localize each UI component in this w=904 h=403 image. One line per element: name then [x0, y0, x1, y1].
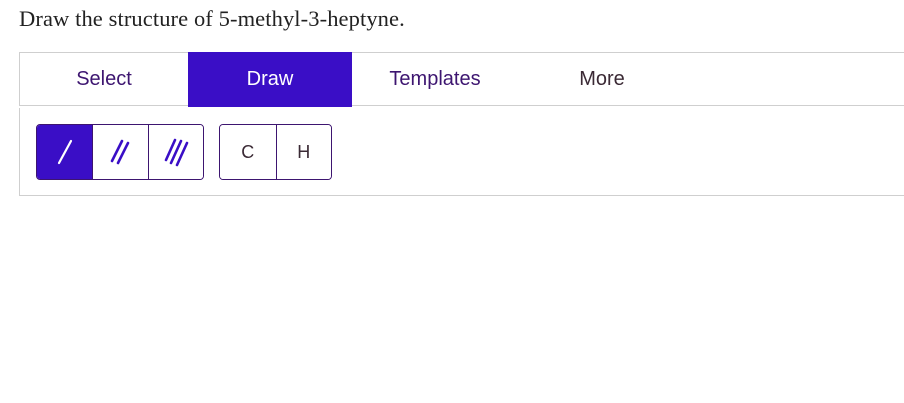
triple-bond-icon	[164, 138, 189, 167]
double-bond-button[interactable]	[92, 125, 148, 179]
bond-button-group	[36, 124, 204, 180]
single-bond-button[interactable]	[37, 125, 93, 179]
tab-templates[interactable]: Templates	[352, 53, 518, 106]
carbon-atom-button[interactable]: C	[220, 125, 276, 179]
double-bond-icon	[111, 139, 130, 165]
hydrogen-atom-button[interactable]: H	[275, 125, 331, 179]
mode-tab-bar: Select Draw Templates More	[19, 52, 904, 107]
tab-select[interactable]: Select	[20, 53, 188, 106]
triple-bond-button[interactable]	[147, 125, 203, 179]
tab-bar-divider	[686, 52, 904, 53]
tab-draw[interactable]: Draw	[188, 52, 352, 107]
atom-button-group: C H	[219, 124, 332, 180]
tab-more[interactable]: More	[518, 53, 686, 106]
question-prompt: Draw the structure of 5-methyl-3-heptyne…	[19, 6, 405, 31]
draw-toolbar: C H	[19, 108, 904, 196]
hydrogen-atom-label: H	[297, 141, 311, 162]
single-bond-icon	[57, 139, 72, 165]
carbon-atom-label: C	[241, 141, 255, 162]
